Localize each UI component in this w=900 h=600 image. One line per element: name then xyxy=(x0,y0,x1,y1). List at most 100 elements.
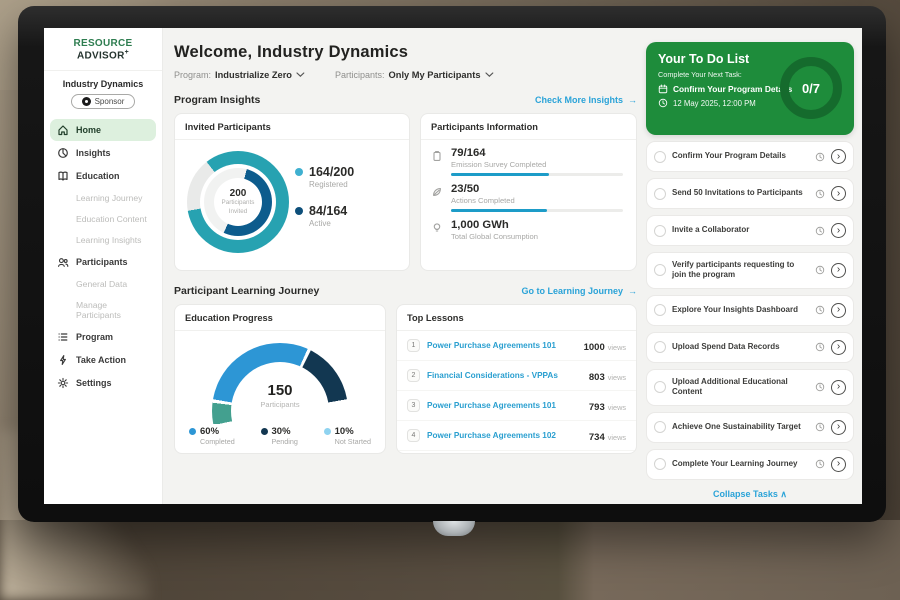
settings-icon xyxy=(57,377,69,389)
sidebar-item-home[interactable]: Home xyxy=(50,119,156,141)
chevron-right-icon: › xyxy=(837,151,840,162)
gauge-center-label: Participants xyxy=(205,400,355,409)
task-checkbox[interactable] xyxy=(654,458,666,470)
participants-select-value: Only My Participants xyxy=(389,70,481,80)
organization-name: Industry Dynamics xyxy=(44,79,162,89)
task-open-button[interactable]: › xyxy=(831,223,846,238)
program-select-label: Program: xyxy=(174,70,211,80)
check-more-insights-link[interactable]: Check More Insights → xyxy=(535,95,637,105)
dashboard-screen: RESOURCE ADVISOR+ Industry Dynamics Spon… xyxy=(44,28,862,504)
task-open-button[interactable]: › xyxy=(831,303,846,318)
sidebar-item-participants[interactable]: Participants xyxy=(50,251,156,273)
lesson-row[interactable]: 4 Power Purchase Agreements 102 734views xyxy=(397,421,636,451)
sidebar-item-insights[interactable]: Insights xyxy=(50,142,156,164)
task-item[interactable]: Confirm Your Program Details › xyxy=(646,141,854,172)
task-item[interactable]: Upload Additional Educational Content › xyxy=(646,369,854,406)
task-checkbox[interactable] xyxy=(654,341,666,353)
lesson-row[interactable]: 2 Financial Considerations - VPPAs 803vi… xyxy=(397,361,636,391)
invited-legend: 164/200 Registered 84/164 Active xyxy=(295,165,354,253)
sidebar-item-learning-insights[interactable]: Learning Insights xyxy=(50,230,156,250)
sidebar-item-education-content[interactable]: Education Content xyxy=(50,209,156,229)
gauge-center-value: 150 xyxy=(205,382,355,399)
task-checkbox[interactable] xyxy=(654,151,666,163)
monitor-bezel: RESOURCE ADVISOR+ Industry Dynamics Spon… xyxy=(18,6,886,522)
section-title-program-insights: Program Insights xyxy=(174,94,260,106)
program-select-value: Industrialize Zero xyxy=(215,70,292,80)
todo-progress-ring: 0/7 xyxy=(780,57,842,119)
lesson-title-link[interactable]: Power Purchase Agreements 102 xyxy=(427,431,582,440)
task-open-button[interactable]: › xyxy=(831,340,846,355)
task-open-button[interactable]: › xyxy=(831,420,846,435)
main-content: Welcome, Industry Dynamics Program: Indu… xyxy=(164,28,647,504)
task-checkbox[interactable] xyxy=(654,188,666,200)
sidebar-item-label: Education xyxy=(76,171,120,181)
sidebar-item-settings[interactable]: Settings xyxy=(50,372,156,394)
sidebar-item-learning-journey[interactable]: Learning Journey xyxy=(50,188,156,208)
task-item[interactable]: Invite a Collaborator › xyxy=(646,215,854,246)
participants-select[interactable]: Participants: Only My Participants xyxy=(335,70,494,80)
todo-counter: 0/7 xyxy=(802,81,820,96)
lesson-row[interactable]: 3 Power Purchase Agreements 101 793views xyxy=(397,391,636,421)
app-logo: RESOURCE ADVISOR+ xyxy=(44,28,162,71)
task-item[interactable]: Verify participants requesting to join t… xyxy=(646,252,854,289)
insights-cards-row: Invited Participants 200 Participants In… xyxy=(174,113,637,271)
go-to-learning-journey-link[interactable]: Go to Learning Journey → xyxy=(521,286,637,296)
lesson-row[interactable]: 5 Power Purchase Agreements 103 600views xyxy=(397,451,636,454)
sidebar-item-program[interactable]: Program xyxy=(50,326,156,348)
learning-journey-header: Participant Learning Journey Go to Learn… xyxy=(174,285,637,297)
sidebar-item-label: Take Action xyxy=(76,355,126,365)
task-item[interactable]: Send 50 Invitations to Participants › xyxy=(646,178,854,209)
participants-information-card: Participants Information 79/164 Emission… xyxy=(420,113,637,271)
task-open-button[interactable]: › xyxy=(831,186,846,201)
sidebar-item-manage-participants[interactable]: Manage Participants xyxy=(50,295,156,325)
chevron-right-icon: › xyxy=(837,341,840,352)
task-checkbox[interactable] xyxy=(654,264,666,276)
lesson-title-link[interactable]: Power Purchase Agreements 101 xyxy=(427,401,582,410)
clock-icon xyxy=(815,342,825,352)
legend-dot xyxy=(295,207,303,215)
chevron-right-icon: › xyxy=(837,188,840,199)
sponsor-icon xyxy=(82,97,91,106)
lesson-rank: 1 xyxy=(407,339,420,352)
clipboard-icon xyxy=(431,150,443,162)
task-item[interactable]: Upload Spend Data Records › xyxy=(646,332,854,363)
calendar-icon xyxy=(658,84,668,94)
task-checkbox[interactable] xyxy=(654,225,666,237)
task-item[interactable]: Achieve One Sustainability Target › xyxy=(646,412,854,443)
donut-center-label: Participants Invited xyxy=(222,199,255,215)
task-open-button[interactable]: › xyxy=(831,380,846,395)
lesson-title-link[interactable]: Financial Considerations - VPPAs xyxy=(427,371,582,380)
lesson-title-link[interactable]: Power Purchase Agreements 101 xyxy=(427,341,577,350)
education-icon xyxy=(57,170,69,182)
lesson-row[interactable]: 1 Power Purchase Agreements 101 1000view… xyxy=(397,331,636,361)
arrow-right-icon: → xyxy=(628,286,637,296)
clock-icon xyxy=(815,459,825,469)
legend-dot xyxy=(189,428,196,435)
sidebar-item-label: Participants xyxy=(76,257,128,267)
sidebar: RESOURCE ADVISOR+ Industry Dynamics Spon… xyxy=(44,28,163,504)
page-title: Welcome, Industry Dynamics xyxy=(174,43,637,62)
sidebar-item-take-action[interactable]: Take Action xyxy=(50,349,156,371)
todo-column: Your To Do List Complete Your Next Task:… xyxy=(646,28,854,504)
lesson-rank: 4 xyxy=(407,429,420,442)
task-open-button[interactable]: › xyxy=(831,149,846,164)
sponsor-badge-label: Sponsor xyxy=(95,97,125,106)
legend-dot xyxy=(324,428,331,435)
stat-actions-completed: 23/50 Actions Completed xyxy=(421,176,636,212)
program-select[interactable]: Program: Industrialize Zero xyxy=(174,70,305,80)
task-item[interactable]: Complete Your Learning Journey › xyxy=(646,449,854,480)
sponsor-badge[interactable]: Sponsor xyxy=(71,94,135,109)
task-open-button[interactable]: › xyxy=(831,457,846,472)
task-item[interactable]: Explore Your Insights Dashboard › xyxy=(646,295,854,326)
progress-bar xyxy=(451,209,623,212)
task-checkbox[interactable] xyxy=(654,304,666,316)
task-open-button[interactable]: › xyxy=(831,263,846,278)
invited-participants-card: Invited Participants 200 Participants In… xyxy=(174,113,410,271)
sidebar-item-education[interactable]: Education xyxy=(50,165,156,187)
collapse-tasks-link[interactable]: Collapse Tasks ∧ xyxy=(646,489,854,500)
progress-bar xyxy=(451,173,623,176)
task-checkbox[interactable] xyxy=(654,381,666,393)
task-checkbox[interactable] xyxy=(654,421,666,433)
legend-item-completed: 60% Completed xyxy=(189,426,235,446)
sidebar-item-general-data[interactable]: General Data xyxy=(50,274,156,294)
